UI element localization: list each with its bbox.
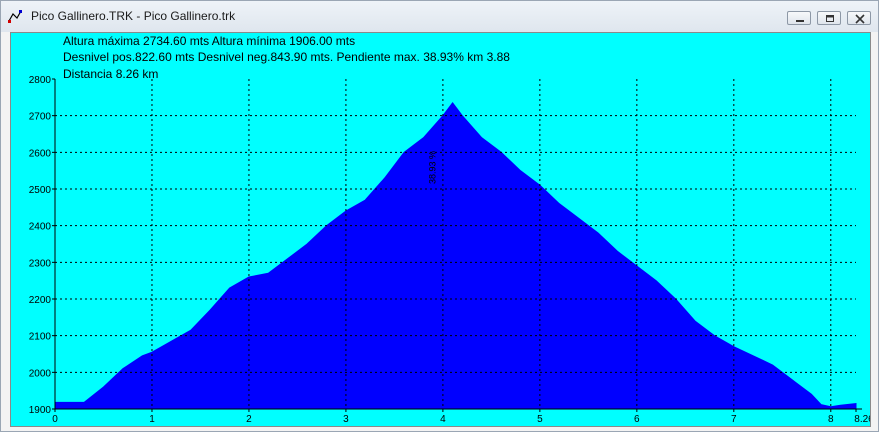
x-tick-label: 8 bbox=[828, 414, 834, 425]
x-tick-label: 2 bbox=[246, 414, 252, 425]
y-tick-label: 2500 bbox=[29, 185, 52, 196]
x-tick-label: 6 bbox=[634, 414, 640, 425]
y-tick-label: 2100 bbox=[29, 332, 52, 343]
x-tick-label: 7 bbox=[731, 414, 737, 425]
minimize-button[interactable] bbox=[787, 11, 811, 25]
x-tick-label: 5 bbox=[537, 414, 543, 425]
chart-icon bbox=[7, 9, 23, 25]
close-button[interactable] bbox=[847, 11, 871, 25]
altitude-summary: Altura máxima 2734.60 mts Altura mínima … bbox=[63, 34, 356, 48]
x-tick-label: 3 bbox=[343, 414, 349, 425]
x-tick-label: 1 bbox=[149, 414, 155, 425]
window-title: Pico Gallinero.TRK - Pico Gallinero.trk bbox=[31, 9, 236, 23]
distance-summary: Distancia 8.26 km bbox=[63, 67, 159, 81]
y-tick-label: 2200 bbox=[29, 295, 52, 306]
x-tick-label: 0 bbox=[52, 414, 58, 425]
y-tick-label: 2700 bbox=[29, 112, 52, 123]
y-tick-label: 2800 bbox=[29, 75, 52, 86]
title-bar[interactable]: Pico Gallinero.TRK - Pico Gallinero.trk bbox=[1, 1, 878, 32]
y-tick-label: 1900 bbox=[29, 405, 52, 416]
minimize-icon bbox=[796, 20, 804, 22]
elevation-chart: 1900 2000 2100 2200 2300 2400 2500 2600 2700 2800… bbox=[29, 75, 870, 425]
elevation-area-0 bbox=[54, 101, 857, 410]
app-window: Pico Gallinero.TRK - Pico Gallinero.trk … bbox=[0, 0, 879, 432]
profile-panel: 1900 2000 2100 2200 2300 2400 2500 2600 2700 2800… bbox=[10, 32, 871, 427]
max-slope-annotation: 38.93 % bbox=[427, 151, 437, 184]
close-icon bbox=[855, 14, 865, 24]
elevation-gain-summary: Desnivel pos.822.60 mts Desnivel neg.843… bbox=[63, 50, 510, 64]
maximize-icon bbox=[826, 15, 834, 22]
y-tick-label: 2000 bbox=[29, 368, 52, 379]
y-tick-label: 2600 bbox=[29, 148, 52, 159]
y-tick-label: 2300 bbox=[29, 258, 52, 269]
x-tick-label: 4 bbox=[440, 414, 446, 425]
x-tick-label: 8.26 bbox=[854, 414, 870, 425]
y-tick-label: 2400 bbox=[29, 222, 52, 233]
maximize-button[interactable] bbox=[817, 11, 841, 25]
